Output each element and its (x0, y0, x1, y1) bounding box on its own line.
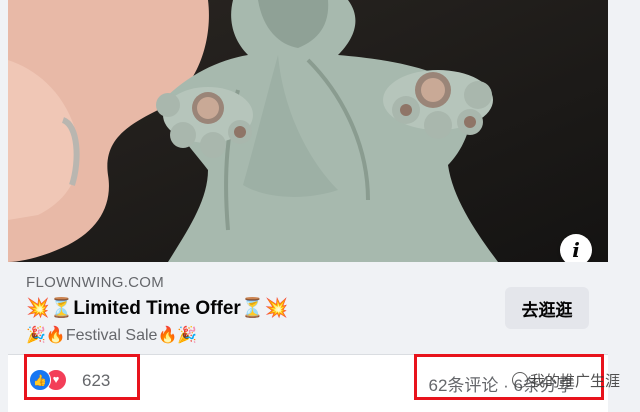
link-description: 🎉🔥Festival Sale🔥🎉 (26, 327, 198, 344)
product-image[interactable]: i (8, 0, 608, 262)
watermark-logo-icon (512, 372, 528, 388)
info-icon[interactable]: i (560, 234, 592, 262)
product-photo (8, 0, 608, 262)
shop-now-button[interactable]: 去逛逛 (505, 287, 589, 329)
link-headline[interactable]: 💥⏳Limited Time Offer⏳💥 (26, 296, 288, 320)
ad-post: i FLOWNWING.COM 💥⏳Limited Time Offer⏳💥 🎉… (8, 0, 608, 412)
link-domain: FLOWNWING.COM (26, 274, 165, 291)
link-preview-card[interactable]: FLOWNWING.COM 💥⏳Limited Time Offer⏳💥 🎉🔥F… (8, 262, 608, 355)
like-icon: 👍 (29, 369, 51, 391)
watermark: 我的推广生涯 (512, 370, 620, 391)
reaction-icons[interactable]: 👍 ♥ (29, 369, 69, 391)
watermark-text: 我的推广生涯 (530, 373, 621, 390)
